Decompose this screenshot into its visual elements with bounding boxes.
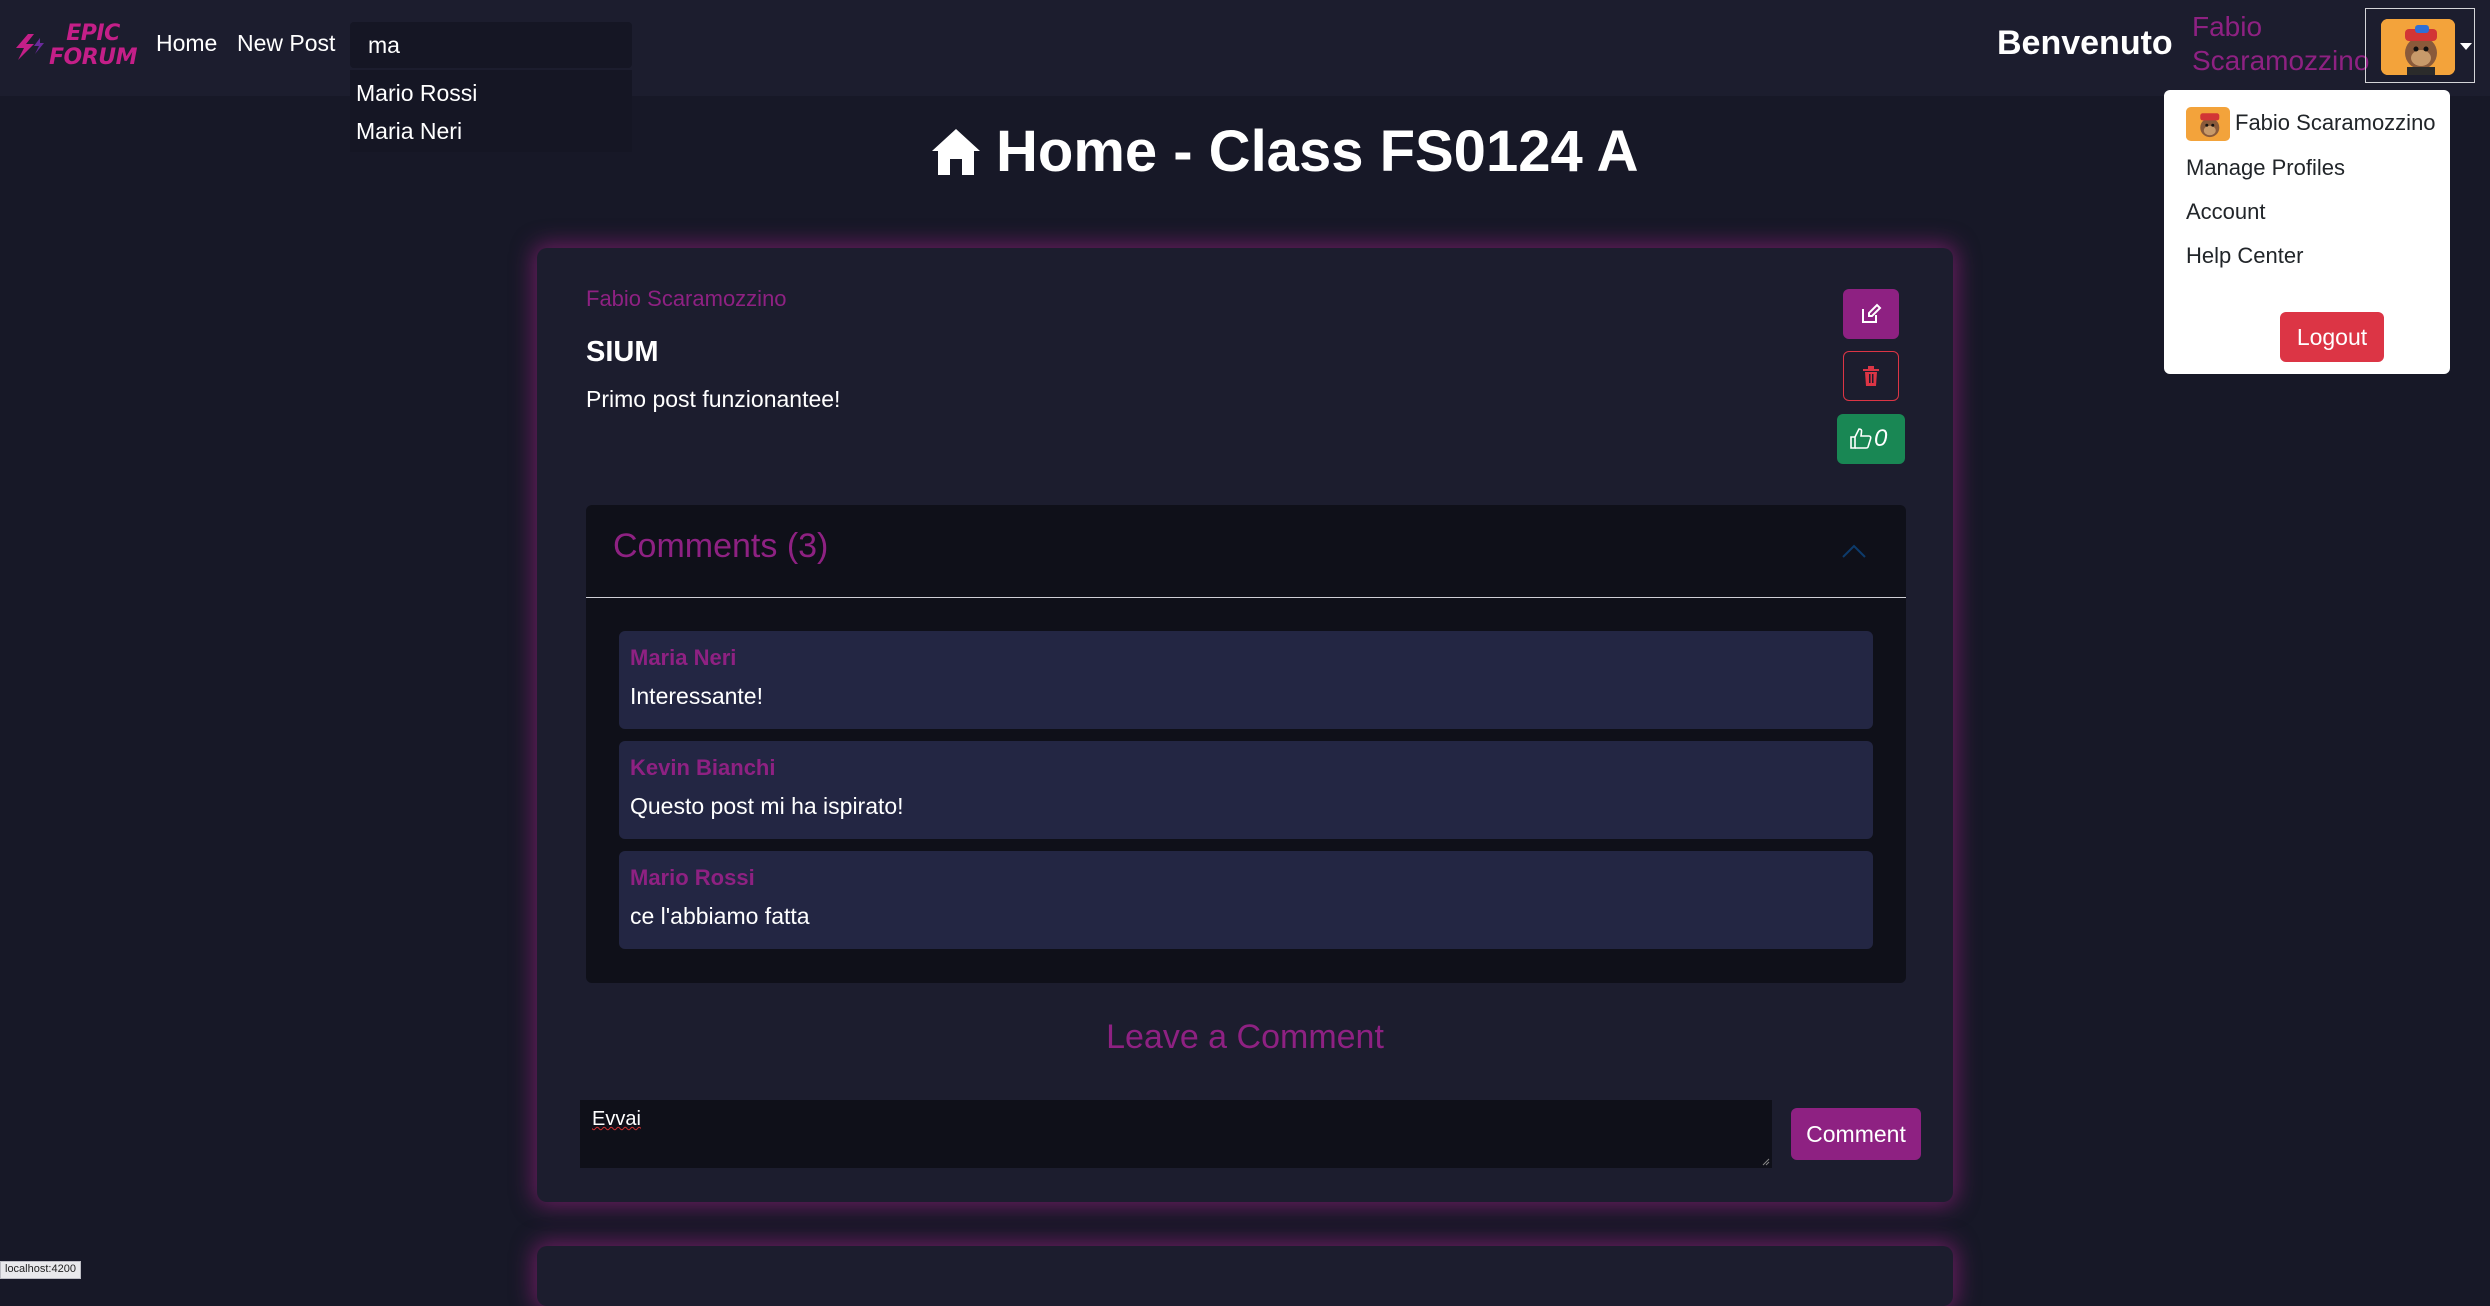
suggestion-maria-neri[interactable]: Maria Neri [356, 118, 462, 145]
dropdown-profile-name[interactable]: Fabio Scaramozzino [2235, 110, 2436, 136]
chevron-down-icon [2460, 43, 2472, 50]
search-suggestions: Mario Rossi Maria Neri [350, 70, 632, 152]
comments-title: Comments (3) [613, 527, 829, 565]
page-title: Home - Class FS0124 A [930, 118, 1639, 194]
comment-textarea[interactable]: Evvai [580, 1100, 1772, 1168]
avatar-monkey-icon [2186, 107, 2230, 141]
user-menu-toggle[interactable] [2365, 8, 2475, 83]
nav-link-home[interactable]: Home [156, 30, 217, 57]
post-title: SIUM [586, 336, 659, 368]
avatar-monkey-icon [2381, 19, 2455, 75]
post-body: Primo post funzionantee! [586, 386, 841, 412]
delete-post-button[interactable] [1843, 351, 1899, 401]
edit-post-button[interactable] [1843, 289, 1899, 339]
welcome-text: Benvenuto [1997, 24, 2173, 62]
comment-text: Interessante! [630, 683, 763, 709]
search-input[interactable] [350, 22, 632, 68]
dropdown-item-account[interactable]: Account [2186, 199, 2266, 225]
post-card [537, 1246, 1953, 1306]
comment-author[interactable]: Kevin Bianchi [630, 755, 775, 781]
post-card: Fabio Scaramozzino SIUM Primo post funzi… [537, 248, 1953, 1202]
home-icon [932, 129, 980, 175]
lightning-icon [16, 34, 44, 60]
search-box [350, 22, 632, 68]
like-count: 0 [1874, 425, 1888, 452]
page-title-text: Home - Class FS0124 A [996, 119, 1639, 184]
chevron-up-icon [1842, 544, 1866, 558]
comments-accordion-header[interactable]: Comments (3) [586, 505, 1906, 598]
dropdown-item-manage-profiles[interactable]: Manage Profiles [2186, 155, 2345, 181]
user-dropdown-menu: Fabio Scaramozzino Manage Profiles Accou… [2164, 90, 2450, 374]
comment-text: ce l'abbiamo fatta [630, 903, 810, 929]
resize-grip-icon[interactable] [1762, 1158, 1770, 1166]
comment-author[interactable]: Mario Rossi [630, 865, 755, 891]
comment-item: Mario Rossi ce l'abbiamo fatta [619, 851, 1873, 949]
comment-item: Maria Neri Interessante! [619, 631, 1873, 729]
post-author[interactable]: Fabio Scaramozzino [586, 286, 787, 312]
leave-comment-title: Leave a Comment [1106, 1018, 1384, 1056]
comment-text: Questo post mi ha ispirato! [630, 793, 904, 819]
brand-logo[interactable]: EPIC FORUM [14, 22, 137, 74]
comment-item: Kevin Bianchi Questo post mi ha ispirato… [619, 741, 1873, 839]
trash-icon [1863, 366, 1879, 386]
nav-link-new-post[interactable]: New Post [237, 30, 335, 57]
edit-icon [1862, 303, 1882, 323]
brand-text: EPIC FORUM [49, 21, 137, 70]
avatar [2381, 19, 2455, 75]
dropdown-avatar [2186, 107, 2230, 141]
like-button[interactable]: 0 [1837, 414, 1905, 464]
logout-button[interactable]: Logout [2280, 312, 2384, 362]
comments-accordion: Comments (3) Maria Neri Interessante! Ke… [586, 505, 1906, 983]
thumbs-up-icon [1850, 428, 1872, 449]
comment-author[interactable]: Maria Neri [630, 645, 736, 671]
browser-status-url: localhost:4200 [0, 1261, 81, 1279]
dropdown-item-help-center[interactable]: Help Center [2186, 243, 2303, 269]
suggestion-mario-rossi[interactable]: Mario Rossi [356, 80, 477, 107]
username-text: Fabio Scaramozzino [2192, 11, 2370, 76]
comment-submit-button[interactable]: Comment [1791, 1108, 1921, 1160]
